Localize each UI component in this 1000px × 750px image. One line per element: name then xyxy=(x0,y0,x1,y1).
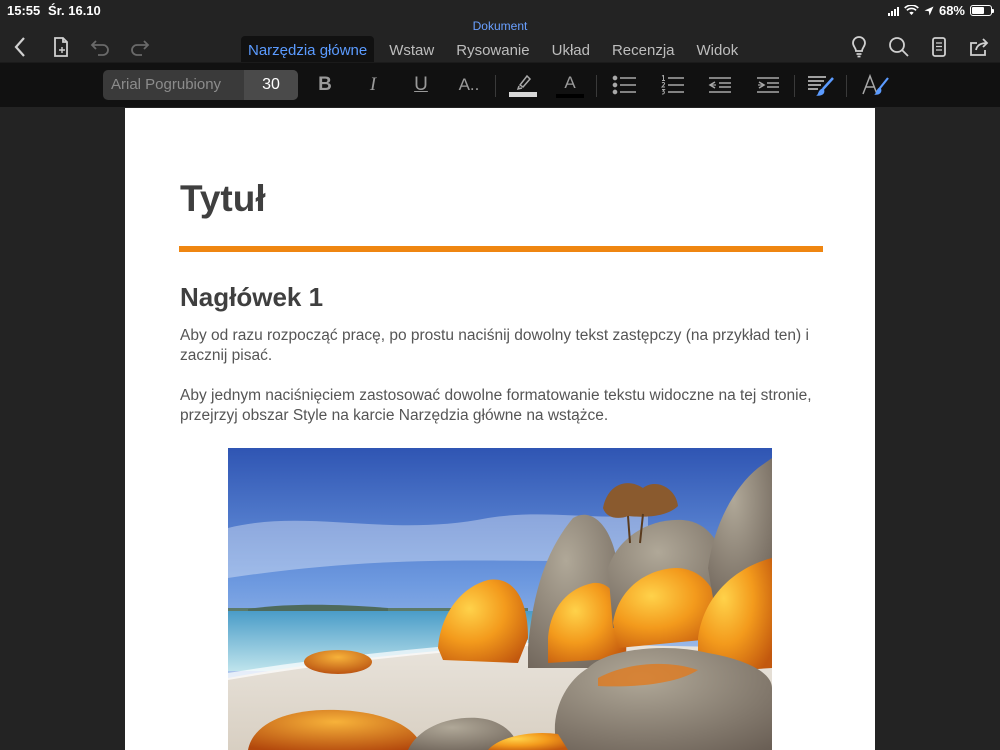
increase-indent-icon[interactable] xyxy=(753,72,783,98)
tab-draw[interactable]: Rysowanie xyxy=(445,36,540,64)
font-selector[interactable]: Arial Pogrubiony 30 xyxy=(103,70,298,100)
status-right: 68% xyxy=(887,3,994,18)
top-toolbar: Narzędzia główne Wstaw Rysowanie Układ R… xyxy=(0,32,1000,64)
battery-icon xyxy=(970,5,994,16)
tab-layout[interactable]: Układ xyxy=(541,36,601,64)
font-color-letter: A xyxy=(564,72,576,92)
font-options-button[interactable]: A.. xyxy=(454,72,484,98)
ribbon-tabs: Narzędzia główne Wstaw Rysowanie Układ R… xyxy=(241,36,749,64)
bold-button[interactable]: B xyxy=(310,72,340,98)
battery-fill xyxy=(972,7,985,14)
back-icon[interactable] xyxy=(7,34,33,60)
battery-percent: 68% xyxy=(938,3,965,18)
tab-home[interactable]: Narzędzia główne xyxy=(241,36,375,64)
font-name[interactable]: Arial Pogrubiony xyxy=(111,76,221,93)
beach-rocks-image[interactable] xyxy=(228,448,772,750)
font-color-swatch xyxy=(556,93,584,98)
status-bar: 15:55 Śr. 16.10 68% xyxy=(0,0,1000,20)
tab-review[interactable]: Recenzja xyxy=(601,36,686,64)
tab-insert[interactable]: Wstaw xyxy=(378,36,445,64)
doc-heading-1[interactable]: Nagłówek 1 xyxy=(180,282,323,313)
numbered-list-icon[interactable] xyxy=(658,72,688,98)
share-icon[interactable] xyxy=(966,34,992,60)
document-page[interactable]: Tytuł Nagłówek 1 Aby od razu rozpocząć p… xyxy=(125,108,875,750)
bullet-list-icon[interactable] xyxy=(610,72,640,98)
title-underline xyxy=(179,246,823,252)
cellular-signal-icon xyxy=(887,6,899,16)
wifi-icon xyxy=(904,5,919,15)
lightbulb-icon[interactable] xyxy=(846,34,872,60)
location-arrow-icon xyxy=(924,6,934,15)
tab-view[interactable]: Widok xyxy=(686,36,750,64)
reading-view-icon[interactable] xyxy=(926,34,952,60)
doc-paragraph-1[interactable]: Aby od razu rozpocząć pracę, po prostu n… xyxy=(180,326,820,366)
ribbon-divider xyxy=(596,75,597,97)
home-ribbon: Arial Pogrubiony 30 B I U A.. A xyxy=(0,62,1000,107)
doc-paragraph-2[interactable]: Aby jednym naciśnięciem zastosować dowol… xyxy=(180,386,820,426)
underline-button[interactable]: U xyxy=(406,72,436,98)
redo-icon[interactable] xyxy=(127,34,153,60)
ribbon-divider xyxy=(846,75,847,97)
status-time: 15:55 xyxy=(7,3,41,18)
ribbon-divider xyxy=(495,75,496,97)
doc-title[interactable]: Tytuł xyxy=(180,178,266,220)
document-name[interactable]: Dokument xyxy=(0,19,1000,33)
styles-icon[interactable] xyxy=(805,72,835,98)
font-size[interactable]: 30 xyxy=(244,70,298,100)
highlight-icon[interactable] xyxy=(507,72,539,98)
font-color-button[interactable]: A xyxy=(555,72,585,98)
undo-icon[interactable] xyxy=(87,34,113,60)
file-icon[interactable] xyxy=(48,34,74,60)
search-icon[interactable] xyxy=(886,34,912,60)
status-date: Śr. 16.10 xyxy=(48,3,101,18)
ribbon-divider xyxy=(794,75,795,97)
clear-formatting-icon[interactable] xyxy=(860,72,890,98)
italic-button[interactable]: I xyxy=(358,72,388,98)
decrease-indent-icon[interactable] xyxy=(705,72,735,98)
